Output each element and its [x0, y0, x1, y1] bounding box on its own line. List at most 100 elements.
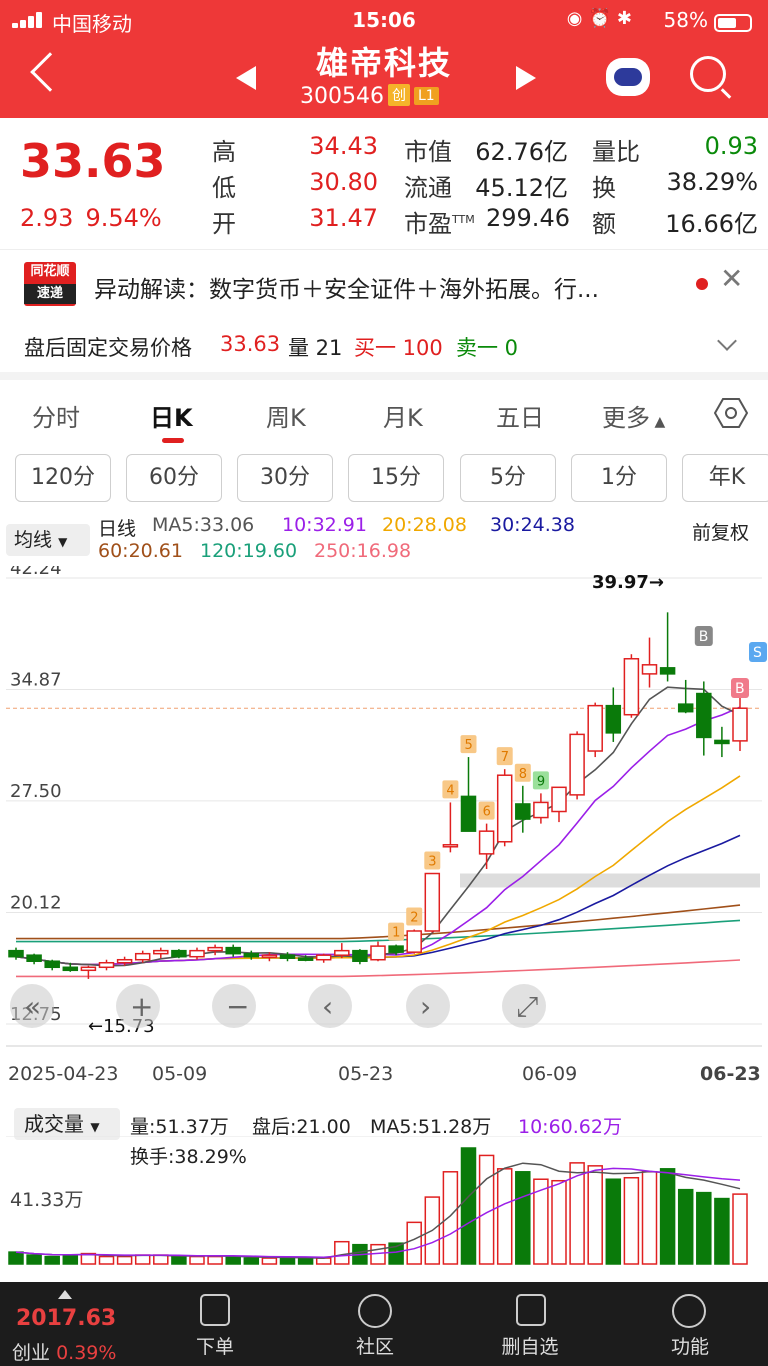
bs-label: B	[735, 681, 745, 697]
volume-bar	[696, 1191, 712, 1265]
period-60min[interactable]: 60分	[126, 454, 222, 502]
y-tick-label: 42.24	[10, 566, 62, 579]
chart-overlay: 12345678939.97→←15.73BBS« + − ‹ › ⤢	[10, 572, 767, 1037]
community-button[interactable]: 社区	[335, 1332, 415, 1359]
period-yearly-k[interactable]: 年K	[682, 454, 768, 502]
pe-ttm-tag: TTM	[452, 213, 475, 226]
candle-body	[370, 945, 386, 961]
settings-hex-icon[interactable]	[714, 398, 748, 428]
candle-body	[388, 945, 404, 953]
order-icon[interactable]	[200, 1294, 230, 1326]
candle-body	[116, 958, 133, 964]
candle-body	[569, 733, 585, 796]
volume-ma5: MA5:51.28万	[370, 1116, 492, 1138]
y-tick-label: 27.50	[10, 781, 62, 802]
candle-body	[696, 692, 712, 739]
index-value[interactable]: 2017.63	[16, 1306, 116, 1331]
candle-body	[44, 960, 60, 969]
change-percent: 9.54%	[85, 204, 162, 232]
y-tick-label: 20.12	[10, 893, 62, 914]
candle-body	[424, 872, 441, 932]
bs-label: B	[699, 629, 709, 645]
community-icon[interactable]	[358, 1294, 392, 1328]
volume-chart[interactable]: 41.33万	[0, 1136, 768, 1272]
period-1min[interactable]: 1分	[571, 454, 667, 502]
candle-body	[641, 664, 658, 675]
ma250-value: 250:16.98	[314, 540, 412, 562]
signal-label: 8	[519, 767, 527, 782]
stock-code-row: 300546 创 L1	[300, 84, 439, 109]
turnover-label: 换	[592, 174, 616, 202]
signal-label: 6	[483, 805, 491, 820]
high-annotation: 39.97→	[592, 572, 664, 593]
kline-chart[interactable]: 42.2434.8727.5020.1212.752025-04-2305-09…	[0, 566, 768, 1096]
battery-percent: 58%	[663, 8, 708, 32]
candle-body	[261, 954, 278, 958]
candle-body	[460, 795, 477, 832]
status-bar: 中国移动 15:06 ◉⏰✱ 58%	[0, 6, 768, 36]
index-row[interactable]: 创业 0.39%	[12, 1338, 116, 1365]
volume-bar	[496, 1168, 513, 1265]
signal-label: 9	[537, 774, 545, 789]
volume-bar	[587, 1165, 603, 1265]
assistant-robot-icon[interactable]	[606, 58, 650, 96]
tab-more[interactable]: 更多 ▲	[602, 398, 665, 433]
volume-bar	[243, 1257, 260, 1265]
ma5-line	[15, 686, 741, 967]
status-icons: ◉⏰✱	[566, 8, 638, 29]
signal-label: 5	[465, 738, 473, 753]
tab-timeshare[interactable]: 分时	[32, 398, 80, 433]
tab-five-day[interactable]: 五日	[496, 398, 544, 433]
volume-bar	[442, 1171, 459, 1265]
volume-ma10: 10:60.62万	[518, 1116, 622, 1138]
chart-tabs: 分时 日K 周K 月K 五日 更多 ▲	[0, 380, 768, 446]
remove-watchlist-icon[interactable]	[516, 1294, 546, 1326]
ma10-line	[15, 706, 741, 966]
menu-icon[interactable]	[672, 1294, 706, 1328]
period-120min[interactable]: 120分	[15, 454, 111, 502]
up-arrow-icon	[58, 1290, 72, 1299]
volume-bar	[279, 1257, 296, 1265]
candle-body	[334, 949, 350, 956]
x-tick-label: 2025-04-23	[8, 1063, 118, 1085]
x-tick-label: 06-23	[700, 1063, 761, 1085]
candle-body	[623, 658, 640, 716]
function-button[interactable]: 功能	[650, 1332, 730, 1359]
signal-label: 3	[428, 855, 436, 870]
candles	[8, 612, 748, 979]
period-5min[interactable]: 5分	[460, 454, 556, 502]
candle-body	[26, 954, 42, 962]
adjust-mode[interactable]: 前复权	[692, 518, 749, 545]
ma60-line	[16, 904, 741, 940]
stock-name: 雄帝科技	[315, 44, 452, 82]
period-15min[interactable]: 15分	[348, 454, 444, 502]
volume-bar	[641, 1171, 658, 1265]
volume-ratio-label: 量比	[592, 138, 640, 166]
search-icon[interactable]	[690, 56, 726, 92]
after-hours-row[interactable]: 盘后固定交易价格 33.63 量 21 买一 100 卖一 0	[0, 322, 768, 372]
bs-label: S	[753, 645, 762, 661]
tab-weekly-k[interactable]: 周K	[266, 398, 306, 433]
after-hours-volume-value: 盘后:21.00	[252, 1116, 351, 1138]
candle-body	[406, 930, 422, 953]
next-stock-icon[interactable]	[516, 66, 536, 90]
remove-watchlist-button[interactable]: 删自选	[490, 1332, 570, 1359]
ma120-value: 120:19.60	[200, 540, 298, 562]
order-button[interactable]: 下单	[175, 1332, 255, 1359]
volume-bar	[134, 1254, 151, 1265]
board-tag: 创	[387, 84, 410, 106]
tab-monthly-k[interactable]: 月K	[383, 398, 423, 433]
signal-label: 2	[410, 910, 418, 925]
volume-value: 量:51.37万	[130, 1116, 229, 1138]
candle-body	[189, 949, 205, 958]
tab-daily-k[interactable]: 日K	[150, 398, 193, 433]
volume-bar	[315, 1257, 332, 1265]
volume-scale-label: 41.33万	[10, 1189, 83, 1211]
candle-body	[297, 957, 314, 961]
period-30min[interactable]: 30分	[237, 454, 333, 502]
news-ticker[interactable]: 同花顺 速递 异动解读：数字货币＋安全证件＋海外拓展。行...	[0, 252, 768, 314]
close-icon[interactable]: ✕	[720, 262, 743, 295]
candle-body	[677, 703, 694, 713]
y-tick-label: 34.87	[10, 669, 62, 690]
market-cap-value: 62.76亿	[475, 138, 568, 166]
